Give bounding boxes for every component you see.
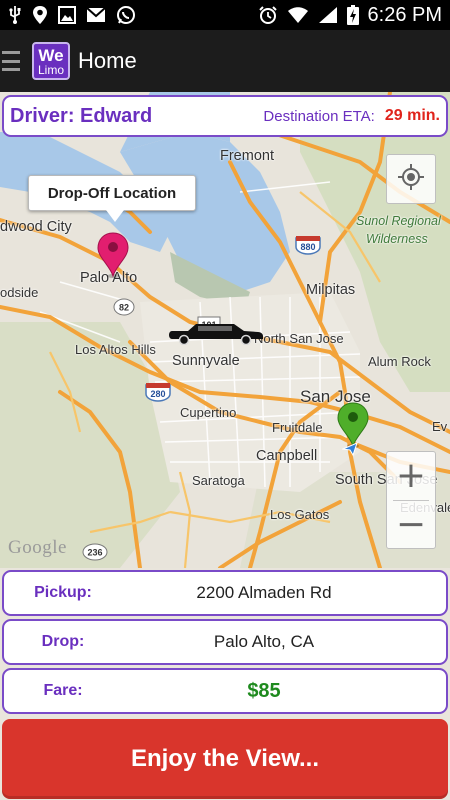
usb-icon [8,5,22,25]
map-label-fremont: Fremont [220,148,274,164]
alarm-icon [258,5,278,25]
map-label-los-gatos: Los Gatos [270,507,330,522]
eta-label: Destination ETA: [263,107,375,125]
current-location-arrow-icon [341,442,358,461]
battery-charging-icon [346,5,359,25]
limo-car-icon[interactable] [168,323,264,350]
location-icon [32,5,48,25]
shield-236-text: 236 [87,548,102,558]
drop-label: Drop: [41,633,85,650]
map-label-evergreen: Ev [432,419,448,434]
whatsapp-icon [116,5,136,25]
map-label-campbell: Campbell [256,448,318,464]
drop-row: Drop: Palo Alto, CA [2,619,448,665]
map-label-wilderness: Wilderness [366,232,428,246]
action-bar: We Limo Home [0,30,450,92]
zoom-out-button[interactable]: − [387,501,435,549]
map-label-los-altos-hills: Los Altos Hills [75,342,156,357]
pickup-row: Pickup: 2200 Almaden Rd [2,570,448,616]
wifi-icon [287,6,309,24]
app-screen: 6:26 PM We Limo Home Fremont dwood City … [0,0,450,800]
map-label-sunnyvale: Sunnyvale [172,353,240,369]
clock-time: 6:26 PM [367,3,442,26]
crosshair-icon [397,163,425,196]
logo-text-limo: Limo [37,62,64,77]
dropoff-pin-icon[interactable] [96,232,130,283]
map-label-sunol: Sunol Regional [356,214,441,228]
zoom-in-button[interactable]: + [387,452,435,500]
shield-280-text: 280 [150,389,165,399]
hamburger-menu-icon[interactable] [2,51,22,71]
map-label-north-san-jose: North San Jose [254,331,344,346]
map-label-cupertino: Cupertino [180,405,237,420]
pickup-value: 2200 Almaden Rd [196,583,332,602]
app-logo[interactable]: We Limo [32,42,70,80]
route-shield-880: 880 [294,235,322,260]
zoom-controls: + − [386,451,436,549]
callout-tail [106,210,124,222]
map-label-saratoga: Saratoga [192,473,245,488]
eta-value: 29 min. [384,107,440,124]
drop-value: Palo Alto, CA [213,632,315,651]
dropoff-callout[interactable]: Drop-Off Location [28,175,196,211]
route-shield-280: 280 [144,382,172,407]
page-title: Home [78,48,137,73]
map-label-milpitas: Milpitas [306,282,356,298]
gmail-icon [86,7,106,23]
logo-text-we: We [38,45,64,65]
signal-icon [318,6,338,24]
pickup-label: Pickup: [34,584,92,601]
fare-row: Fare: $85 [2,668,448,714]
fare-label: Fare: [43,682,83,699]
shield-82-text: 82 [119,303,129,313]
shield-880-text: 880 [300,242,315,252]
map-label-redwood-city: dwood City [0,219,72,235]
map-label-woodside: odside [0,285,39,300]
fare-value: $85 [247,679,281,702]
driver-name: Driver: Edward [10,104,153,127]
my-location-button[interactable] [386,154,436,204]
route-shield-82: 82 [113,298,135,321]
status-bar: 6:26 PM [0,0,450,30]
enjoy-the-view-button[interactable]: Enjoy the View... [2,719,448,799]
map-label-alum-rock: Alum Rock [368,354,431,369]
map-label-fruitdale: Fruitdale [272,420,323,435]
image-icon [58,6,76,24]
route-shield-236: 236 [82,543,108,566]
driver-info-bar: Driver: Edward Destination ETA: 29 min. [2,95,448,137]
google-attribution[interactable]: Google [8,537,67,559]
